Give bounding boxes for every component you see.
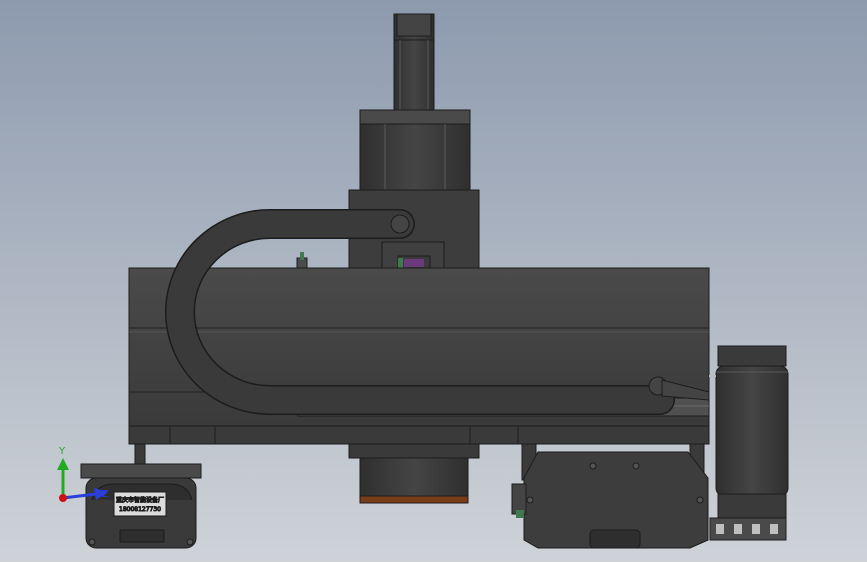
- right-sensor-led: [516, 510, 524, 518]
- lower-motor-copper-plate: [359, 495, 469, 504]
- lower-motor-assembly[interactable]: [348, 443, 480, 504]
- drum-bottom-cap: [717, 493, 787, 519]
- right-carriage-bolt-3: [526, 496, 534, 504]
- right-carriage-bolt-4: [696, 496, 704, 504]
- left-support-leg: [134, 443, 146, 465]
- profile-slot-4: [770, 524, 778, 534]
- right-carriage-slot: [589, 529, 641, 549]
- right-drum-motor[interactable]: [709, 345, 789, 541]
- left-gearbox-bolt-1: [88, 538, 96, 546]
- z-axis-sensor-led: [398, 258, 403, 268]
- triad-y-label: Y: [58, 446, 66, 457]
- nameplate-line-1: 重庆市智能设备厂: [116, 496, 164, 504]
- profile-slot-2: [734, 524, 742, 534]
- left-gearbox-bolt-2: [186, 538, 194, 546]
- right-carriage-block[interactable]: [511, 443, 709, 549]
- cad-model-view[interactable]: 重庆市智能设备厂 18008127730 Y Z: [0, 0, 867, 562]
- profile-slot-1: [716, 524, 724, 534]
- triad-z-label: Z: [102, 489, 109, 500]
- right-carriage-bolt-1: [589, 462, 597, 470]
- lower-motor-body: [359, 457, 469, 497]
- triad-origin: [59, 494, 67, 502]
- x-axis-linear-module[interactable]: [128, 252, 710, 445]
- nameplate-line-2: 18008127730: [119, 506, 161, 513]
- lower-motor-flange: [348, 443, 480, 459]
- cad-viewport[interactable]: 重庆市智能设备厂 18008127730 Y Z: [0, 0, 867, 562]
- drum-top-cap: [717, 345, 787, 367]
- x-rail-fitting-tip: [300, 252, 304, 260]
- right-carriage-bolt-2: [632, 462, 640, 470]
- z-axis-sensor-indicator: [404, 259, 424, 267]
- profile-slot-3: [752, 524, 760, 534]
- drum-body: [715, 365, 789, 497]
- drag-chain-pivot-top: [390, 214, 410, 234]
- x-axis-base-plate: [128, 425, 710, 445]
- z-motor-flange: [359, 109, 471, 125]
- left-gearbox-base-slot: [119, 529, 165, 543]
- left-mount-plate: [80, 463, 202, 479]
- z-motor-cap: [396, 13, 432, 37]
- right-sensor-switch: [511, 483, 527, 515]
